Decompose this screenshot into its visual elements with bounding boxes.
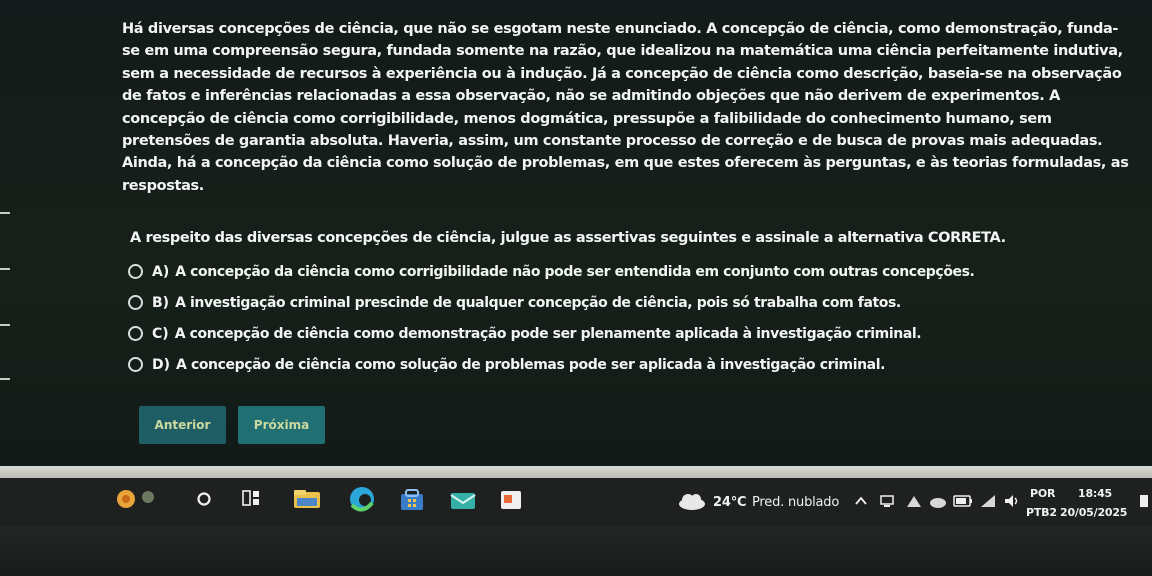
option-a-text: A concepção da ciência como corrigibilid…: [175, 263, 975, 280]
option-b-letter: B): [152, 294, 170, 311]
edge-browser-icon[interactable]: [344, 484, 380, 514]
edge-divider: [0, 378, 10, 380]
edge-divider: [0, 212, 10, 214]
option-a-letter: A): [152, 263, 170, 280]
question-prompt: A respeito das diversas concepções de ci…: [130, 230, 1006, 246]
cloud-icon[interactable]: [676, 490, 708, 512]
question-paragraph: Há diversas concepções de ciência, que n…: [122, 21, 1129, 194]
weather-temp[interactable]: 24°C: [713, 495, 747, 510]
edge-divider: [0, 324, 10, 326]
language-indicator[interactable]: POR: [1030, 487, 1055, 500]
file-explorer-icon[interactable]: [292, 488, 322, 510]
notification-icon[interactable]: [1138, 492, 1150, 510]
tray-app-icon[interactable]: [904, 492, 924, 510]
option-b-text: A investigação criminal prescinde de qua…: [175, 294, 901, 311]
tray-cloud-icon[interactable]: [928, 492, 948, 510]
app-tile-icon[interactable]: [498, 488, 524, 512]
store-icon[interactable]: [398, 488, 426, 512]
option-d-text: A concepção de ciência como solução de p…: [176, 356, 886, 373]
option-a-radio[interactable]: [128, 264, 143, 279]
option-b[interactable]: B) A investigação criminal prescinde de …: [128, 287, 1128, 318]
option-d-radio[interactable]: [128, 357, 143, 372]
wifi-icon[interactable]: [978, 492, 998, 510]
option-d[interactable]: D) A concepção de ciência como solução d…: [128, 349, 1128, 380]
flower-widget-icon[interactable]: [106, 484, 166, 514]
meet-icon[interactable]: [878, 492, 896, 510]
chevron-up-icon[interactable]: [854, 494, 868, 508]
quiz-screen: Há diversas concepções de ciência, que n…: [0, 0, 1152, 466]
volume-icon[interactable]: [1002, 492, 1022, 510]
clock-time[interactable]: 18:45: [1078, 487, 1112, 500]
option-c-radio[interactable]: [128, 326, 143, 341]
next-button[interactable]: Próxima: [238, 406, 325, 444]
clock-date[interactable]: 20/05/2025: [1060, 506, 1127, 519]
keyboard-layout[interactable]: PTB2: [1026, 506, 1057, 519]
battery-icon[interactable]: [952, 492, 974, 510]
search-icon[interactable]: [195, 490, 213, 508]
option-c-text: A concepção de ciência como demonstração…: [174, 325, 922, 342]
question-text: Há diversas concepções de ciência, que n…: [122, 18, 1132, 197]
answer-options: A) A concepção da ciência como corrigibi…: [128, 256, 1128, 380]
option-c-letter: C): [152, 325, 169, 342]
task-view-icon[interactable]: [240, 488, 262, 508]
taskbar: 24°C Pred. nublado POR PTB2 18:45 20/05/…: [0, 478, 1152, 526]
option-c[interactable]: C) A concepção de ciência como demonstra…: [128, 318, 1128, 349]
option-b-radio[interactable]: [128, 295, 143, 310]
edge-divider: [0, 268, 10, 270]
option-a[interactable]: A) A concepção da ciência como corrigibi…: [128, 256, 1128, 287]
previous-button[interactable]: Anterior: [139, 406, 226, 444]
mail-icon[interactable]: [448, 488, 478, 512]
option-d-letter: D): [152, 356, 171, 373]
weather-description[interactable]: Pred. nublado: [752, 495, 839, 510]
